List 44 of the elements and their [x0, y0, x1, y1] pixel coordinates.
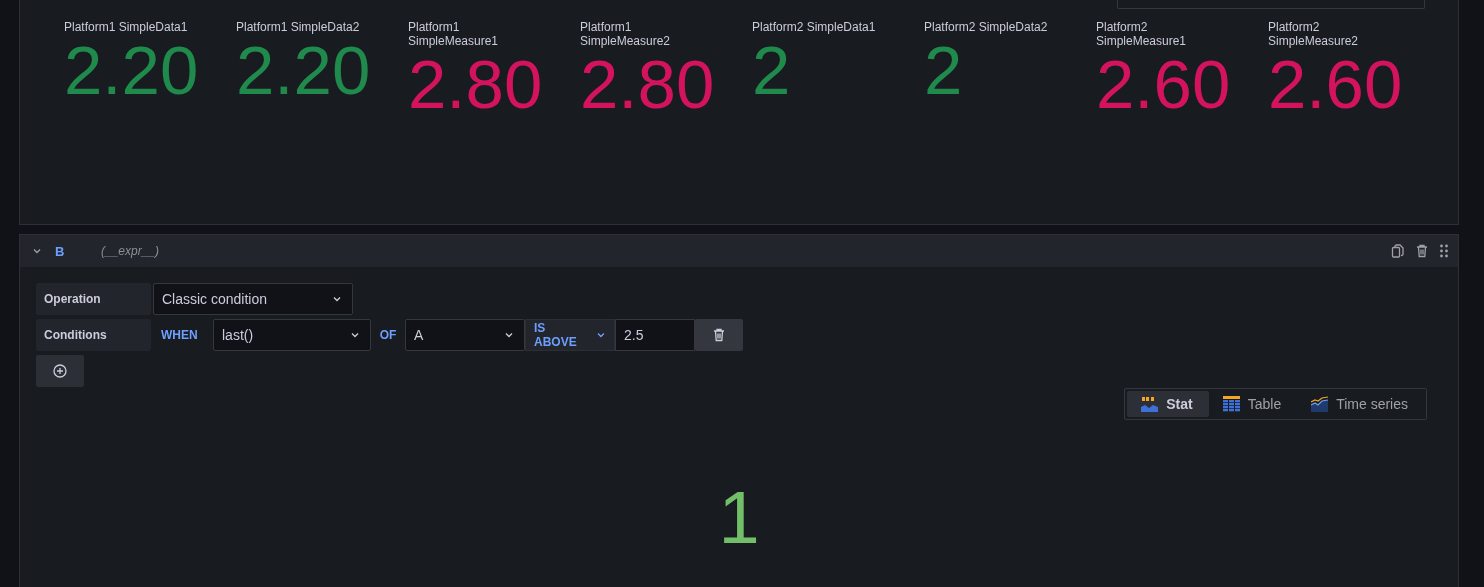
add-condition-button[interactable]	[36, 355, 84, 387]
conditions-label: Conditions	[36, 319, 151, 351]
stat-value: 2.20	[64, 34, 200, 108]
stat-label: Platform2 SimpleData1	[752, 20, 877, 34]
stat-value: 2.20	[236, 34, 372, 108]
operation-label: Operation	[36, 283, 151, 315]
view-tab[interactable]: Time series	[1297, 391, 1424, 417]
reducer-select[interactable]: last()	[213, 319, 371, 351]
drag-handle-icon[interactable]	[1440, 244, 1448, 258]
chevron-down-icon	[350, 330, 360, 340]
query-type: (__expr__)	[101, 244, 160, 258]
stat-label: Platform2 SimpleMeasure2	[1268, 20, 1360, 48]
stat-chart-icon	[1141, 396, 1159, 412]
plus-circle-icon	[53, 364, 67, 378]
result-value: 1	[718, 476, 760, 559]
stat-label: Platform1 SimpleData1	[64, 20, 189, 34]
chevron-icon[interactable]	[32, 246, 42, 256]
copy-icon[interactable]	[1391, 244, 1404, 258]
line-chart-icon	[1311, 396, 1329, 412]
stat-label: Platform2 SimpleMeasure1	[1096, 20, 1188, 48]
table-icon	[1222, 396, 1240, 412]
query-select[interactable]: A	[405, 319, 525, 351]
stat-label: Platform2 SimpleData2	[924, 20, 1049, 34]
stat-value: 2	[752, 34, 792, 108]
trash-icon[interactable]	[1416, 244, 1428, 258]
stat-label: Platform1 SimpleMeasure1	[408, 20, 500, 48]
chevron-down-icon	[332, 294, 342, 304]
delete-condition-button[interactable]	[695, 319, 743, 351]
stat-label: Platform1 SimpleMeasure2	[580, 20, 672, 48]
trash-icon	[713, 328, 725, 342]
operation-select[interactable]: Classic condition	[153, 283, 353, 315]
chevron-down-icon	[504, 330, 514, 340]
stat-value: 2.60	[1096, 48, 1232, 122]
view-tab[interactable]: Stat	[1127, 391, 1209, 417]
stat-value: 2	[924, 34, 964, 108]
chevron-down-icon	[596, 330, 606, 340]
stat-value: 2.80	[408, 48, 544, 122]
stat-value: 2.80	[580, 48, 716, 122]
stat-value: 2.60	[1268, 48, 1404, 122]
threshold-field[interactable]: 2.5	[615, 319, 695, 351]
view-tab[interactable]: Table	[1208, 391, 1298, 417]
query-ref: B	[55, 243, 66, 259]
stat-label: Platform1 SimpleData2	[236, 20, 361, 34]
evaluator-select[interactable]: IS ABOVE	[525, 319, 615, 351]
